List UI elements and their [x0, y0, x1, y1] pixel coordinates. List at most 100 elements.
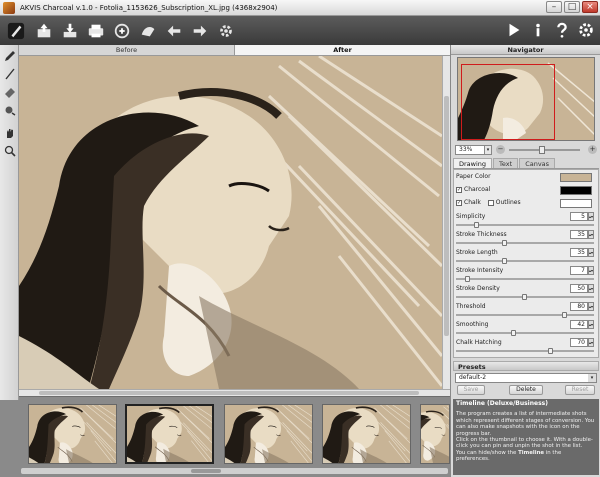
pencil-tool-icon[interactable]	[2, 48, 17, 63]
zoom-out-button[interactable]: −	[496, 145, 505, 154]
tab-text[interactable]: Text	[493, 158, 519, 168]
param-value-field[interactable]: 35	[570, 248, 588, 257]
outlines-checkbox[interactable]	[487, 199, 494, 206]
timeline-scrollbar[interactable]	[21, 468, 448, 474]
param-slider-knob[interactable]	[522, 294, 527, 300]
window-title: AKVIS Charcoal v.1.0 - Fotolia_1153626_S…	[20, 3, 278, 12]
param-slider-knob[interactable]	[548, 348, 553, 354]
hand-tool-icon[interactable]	[2, 125, 17, 140]
param-slider[interactable]	[456, 348, 594, 354]
undo-icon[interactable]	[164, 21, 184, 41]
param-value-field[interactable]: 5	[570, 212, 588, 221]
close-button[interactable]: ×	[582, 1, 598, 13]
horizontal-scroll-thumb[interactable]	[39, 391, 419, 395]
param-value-field[interactable]: 80	[570, 302, 588, 311]
param-slider-knob[interactable]	[502, 240, 507, 246]
param-slider-knob[interactable]	[465, 276, 470, 282]
param-label: Simplicity	[456, 213, 486, 220]
timeline-thumbnail[interactable]	[420, 404, 450, 464]
param-spinner-icon[interactable]: ▴▾	[588, 284, 594, 293]
param-slider-knob[interactable]	[511, 330, 516, 336]
thumbnail-image	[127, 406, 212, 462]
image-canvas[interactable]	[19, 56, 442, 389]
maximize-button[interactable]: □	[564, 1, 580, 13]
timeline-thumbnail-selected[interactable]	[125, 404, 214, 464]
param-spinner-icon[interactable]: ▴▾	[588, 338, 594, 347]
param-value-field[interactable]: 70	[570, 338, 588, 347]
minimize-button[interactable]: –	[546, 1, 562, 13]
save-preset-button[interactable]: Save	[457, 385, 485, 395]
open-icon[interactable]	[34, 21, 54, 41]
chalk-color-swatch[interactable]	[560, 199, 592, 208]
tab-after[interactable]: After	[234, 45, 450, 55]
tab-before[interactable]: Before	[19, 45, 234, 55]
tab-drawing[interactable]: Drawing	[453, 158, 493, 168]
param-slider[interactable]	[456, 258, 594, 264]
timeline-thumbnail[interactable]	[322, 404, 411, 464]
param-spinner-icon[interactable]: ▴▾	[588, 266, 594, 275]
param-value-field[interactable]: 7	[570, 266, 588, 275]
param-spinner-icon[interactable]: ▴▾	[588, 230, 594, 239]
charcoal-checkbox[interactable]: ✓	[456, 186, 462, 193]
param-label: Smoothing	[456, 321, 489, 328]
param-spinner-icon[interactable]: ▴▾	[588, 320, 594, 329]
param-row: Stroke Intensity 7 ▴▾	[456, 266, 596, 276]
vertical-scroll-thumb[interactable]	[444, 96, 449, 336]
canvas-vertical-scrollbar[interactable]	[442, 56, 450, 389]
smudge-tool-icon[interactable]	[2, 102, 17, 117]
param-slider[interactable]	[456, 294, 594, 300]
delete-preset-button[interactable]: Delete	[509, 385, 543, 395]
param-slider-knob[interactable]	[502, 258, 507, 264]
zoom-tool-icon[interactable]	[2, 143, 17, 158]
reset-preset-button[interactable]: Reset	[565, 385, 595, 395]
settings-gear-icon[interactable]	[216, 21, 236, 41]
navigator-viewport-frame[interactable]	[461, 64, 555, 140]
outlines-label: Outlines	[495, 199, 521, 206]
zoom-level[interactable]: 33%	[455, 144, 485, 155]
batch-icon[interactable]	[138, 21, 158, 41]
param-value-field[interactable]: 42	[570, 320, 588, 329]
param-value-field[interactable]: 50	[570, 284, 588, 293]
param-slider-knob[interactable]	[474, 222, 479, 228]
zoom-slider-knob[interactable]	[539, 145, 545, 154]
param-spinner-icon[interactable]: ▴▾	[588, 302, 594, 311]
timeline-scroll-thumb[interactable]	[191, 469, 221, 473]
param-slider-knob[interactable]	[562, 312, 567, 318]
preferences-icon[interactable]	[576, 20, 596, 40]
timeline-thumbnail[interactable]	[224, 404, 313, 464]
zoom-dropdown-icon[interactable]: ▾	[485, 144, 492, 155]
param-spinner-icon[interactable]: ▴▾	[588, 212, 594, 221]
preset-dropdown[interactable]: default-2 ▾	[455, 373, 597, 383]
param-slider[interactable]	[456, 276, 594, 282]
eraser-tool-icon[interactable]	[2, 84, 17, 99]
preset-dropdown-icon[interactable]: ▾	[588, 374, 596, 382]
chalk-checkbox[interactable]: ✓	[456, 199, 462, 206]
charcoal-logo-icon	[4, 21, 28, 41]
help-icon[interactable]	[552, 20, 572, 40]
param-slider[interactable]	[456, 240, 594, 246]
timeline-thumbnail[interactable]	[28, 404, 117, 464]
print-icon[interactable]	[86, 21, 106, 41]
param-slider[interactable]	[456, 330, 594, 336]
navigator-preview[interactable]	[457, 57, 595, 141]
run-icon[interactable]	[504, 20, 524, 40]
redo-icon[interactable]	[190, 21, 210, 41]
paper-color-swatch[interactable]	[560, 173, 592, 182]
param-slider[interactable]	[456, 222, 594, 228]
param-row: Chalk Hatching 70 ▴▾	[456, 338, 596, 348]
zoom-slider[interactable]	[509, 145, 580, 154]
help-paragraph: Click on the thumbnail to choose it. Wit…	[456, 437, 593, 450]
left-toolbar	[0, 45, 19, 400]
save-icon[interactable]	[60, 21, 80, 41]
share-icon[interactable]	[112, 21, 132, 41]
param-spinner-icon[interactable]: ▴▾	[588, 248, 594, 257]
tab-canvas[interactable]: Canvas	[519, 158, 556, 168]
zoom-in-button[interactable]: +	[588, 145, 597, 154]
brush-tool-icon[interactable]	[2, 66, 17, 81]
info-icon[interactable]	[528, 20, 548, 40]
param-slider[interactable]	[456, 312, 594, 318]
main-toolbar	[0, 16, 600, 45]
canvas-horizontal-scrollbar[interactable]	[19, 389, 450, 396]
param-value-field[interactable]: 35	[570, 230, 588, 239]
charcoal-color-swatch[interactable]	[560, 186, 592, 195]
